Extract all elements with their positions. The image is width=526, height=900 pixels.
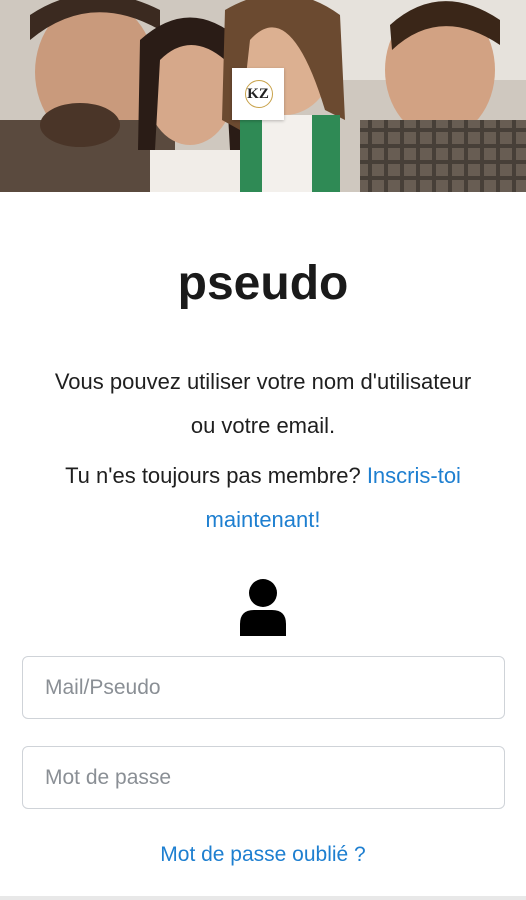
bottom-divider	[0, 896, 526, 900]
forgot-password-row: Mot de passe oublié ?	[0, 838, 526, 872]
hero-banner: KZ	[0, 0, 526, 192]
signup-prompt: Tu n'es toujours pas membre? Inscris-toi…	[20, 454, 506, 542]
forgot-password-link[interactable]: Mot de passe oublié ?	[160, 843, 365, 866]
mail-pseudo-input[interactable]	[22, 656, 505, 719]
login-info-text: Vous pouvez utiliser votre nom d'utilisa…	[0, 360, 526, 448]
info-line-1: Vous pouvez utiliser votre nom d'utilisa…	[54, 369, 472, 394]
logo-text: KZ	[247, 85, 269, 102]
signup-prompt-text: Tu n'es toujours pas membre?	[65, 463, 367, 488]
page-title: pseudo	[177, 257, 349, 310]
site-logo[interactable]: KZ	[232, 68, 284, 120]
user-icon	[240, 579, 286, 636]
password-input[interactable]	[22, 746, 505, 809]
info-line-2: ou votre email.	[190, 413, 336, 438]
